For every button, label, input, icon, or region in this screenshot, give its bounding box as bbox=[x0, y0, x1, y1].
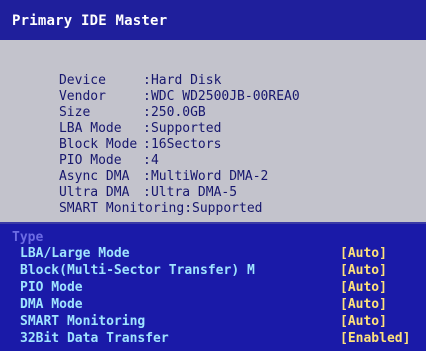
option-label: DMA Mode bbox=[20, 297, 83, 312]
option-label: SMART Monitoring bbox=[20, 314, 146, 329]
info-value: Supported bbox=[192, 201, 263, 216]
option-label: LBA/Large Mode bbox=[20, 246, 130, 261]
info-value: 16Sectors bbox=[150, 137, 222, 152]
option-row-32bit-transfer[interactable]: 32Bit Data Transfer [Enabled] bbox=[12, 331, 420, 346]
info-label: SMART Monitoring bbox=[58, 201, 185, 216]
option-row-dma-mode[interactable]: DMA Mode [Auto] bbox=[12, 297, 420, 312]
option-value[interactable]: [Auto] bbox=[340, 263, 387, 278]
options-panel: Type LBA/Large Mode [Auto] Block(Multi-S… bbox=[0, 224, 426, 351]
option-row-smart-monitoring[interactable]: SMART Monitoring [Auto] bbox=[12, 314, 420, 329]
option-row-block-mode[interactable]: Block(Multi-Sector Transfer) M [Auto] bbox=[12, 263, 420, 278]
option-row-pio-mode[interactable]: PIO Mode [Auto] bbox=[12, 280, 420, 295]
page-title: Primary IDE Master bbox=[12, 13, 168, 29]
options-header: Type bbox=[12, 230, 44, 245]
device-info-panel: Device:Hard Disk Vendor:WDC WD2500JB-00R… bbox=[0, 40, 426, 222]
option-value[interactable]: [Enabled] bbox=[340, 331, 410, 346]
option-value[interactable]: [Auto] bbox=[340, 280, 387, 295]
option-label: 32Bit Data Transfer bbox=[20, 331, 169, 346]
option-label: PIO Mode bbox=[20, 280, 83, 295]
bios-screen: Primary IDE Master Device:Hard Disk Vend… bbox=[0, 0, 426, 351]
option-row-lba-large-mode[interactable]: LBA/Large Mode [Auto] bbox=[12, 246, 420, 261]
option-value[interactable]: [Auto] bbox=[340, 314, 387, 329]
title-bar: Primary IDE Master bbox=[0, 0, 426, 40]
option-value[interactable]: [Auto] bbox=[340, 297, 387, 312]
info-colon: : bbox=[184, 201, 193, 216]
option-value[interactable]: [Auto] bbox=[340, 246, 387, 261]
option-label: Block(Multi-Sector Transfer) M bbox=[20, 263, 255, 278]
